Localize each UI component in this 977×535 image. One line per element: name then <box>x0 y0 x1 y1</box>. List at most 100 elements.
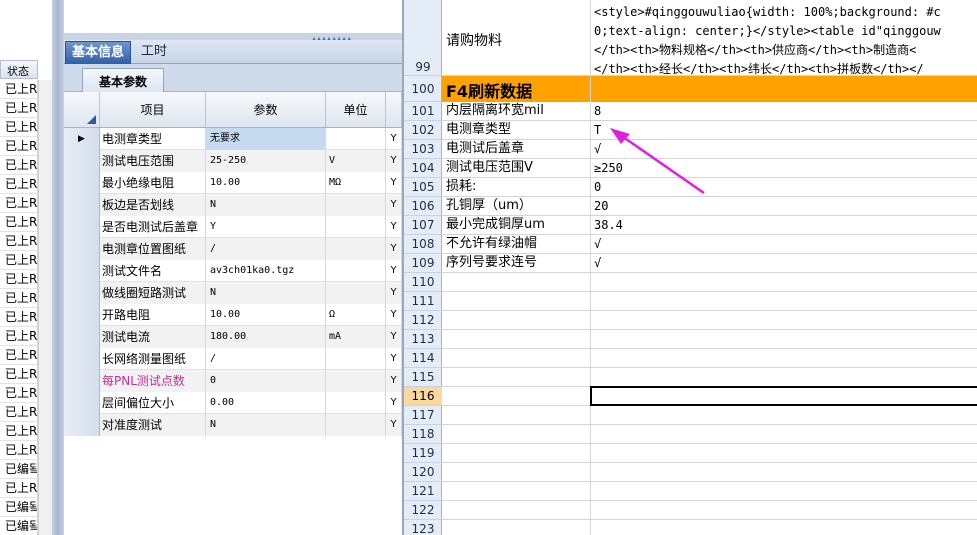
param-flag[interactable]: Y <box>386 326 402 348</box>
param-value[interactable]: 无要求 <box>206 128 326 150</box>
row-number[interactable]: 112 <box>404 311 442 330</box>
row-number[interactable]: 121 <box>404 482 442 501</box>
row-number[interactable]: 108 <box>404 235 442 254</box>
grid-row[interactable]: 层间偏位大小 0.00 Y <box>64 392 402 414</box>
status-cell[interactable]: 已上R <box>0 479 38 498</box>
row-number[interactable]: 119 <box>404 444 442 463</box>
cell-value[interactable]: 0 <box>594 178 601 196</box>
status-cell[interactable]: 已上R <box>0 118 38 137</box>
param-unit[interactable] <box>326 414 386 436</box>
status-cell[interactable]: 已编돸 <box>0 460 38 479</box>
row-number[interactable]: 110 <box>404 273 442 292</box>
status-cell[interactable]: 已上R <box>0 137 38 156</box>
grid-row[interactable]: 测试文件名 av3ch01ka0.tgz Y <box>64 260 402 282</box>
status-cell[interactable]: 已上R <box>0 80 38 99</box>
param-flag[interactable]: Y <box>386 238 402 260</box>
status-cell[interactable]: 已上R <box>0 232 38 251</box>
cell-value[interactable]: √ <box>594 254 601 272</box>
column-header-unit[interactable]: 单位 <box>326 92 386 127</box>
cell-label[interactable]: 内层隔离环宽mil <box>446 102 544 120</box>
param-value[interactable]: 0.00 <box>206 392 326 414</box>
row-number[interactable]: 102 <box>404 121 442 140</box>
param-flag[interactable]: Y <box>386 282 402 304</box>
cell-value[interactable]: √ <box>594 140 601 158</box>
param-value[interactable]: Y <box>206 216 326 238</box>
param-unit[interactable] <box>326 282 386 304</box>
param-flag[interactable]: Y <box>386 348 402 370</box>
cell-value[interactable]: ≥250 <box>594 159 623 177</box>
grid-row[interactable]: 是否电测试后盖章 Y Y <box>64 216 402 238</box>
param-unit[interactable] <box>326 260 386 282</box>
grid-row[interactable]: 开路电阻 10.00 Ω Y <box>64 304 402 326</box>
param-value[interactable]: 10.00 <box>206 172 326 194</box>
row-number[interactable]: 117 <box>404 406 442 425</box>
cell-value[interactable]: 38.4 <box>594 216 623 234</box>
status-cell[interactable]: 已上R <box>0 99 38 118</box>
grid-row[interactable]: 每PNL测试点数 0 Y <box>64 370 402 392</box>
param-flag[interactable]: Y <box>386 414 402 436</box>
param-value[interactable]: / <box>206 238 326 260</box>
status-cell[interactable]: 已上R <box>0 403 38 422</box>
row-number[interactable]: 109 <box>404 254 442 273</box>
param-unit[interactable]: V <box>326 150 386 172</box>
param-unit[interactable]: Ω <box>326 304 386 326</box>
param-flag[interactable]: Y <box>386 194 402 216</box>
row-number[interactable]: 111 <box>404 292 442 311</box>
cell-label[interactable]: 不允许有绿油帽 <box>446 235 537 253</box>
param-unit[interactable] <box>326 194 386 216</box>
status-cell[interactable]: 已上R <box>0 308 38 327</box>
param-value[interactable]: N <box>206 414 326 436</box>
row-number[interactable]: 118 <box>404 425 442 444</box>
cell-value[interactable]: T <box>594 121 601 139</box>
cell-a100[interactable]: F4刷新数据 <box>446 78 532 102</box>
param-flag[interactable]: Y <box>386 260 402 282</box>
param-unit[interactable] <box>326 392 386 414</box>
row-indicator[interactable] <box>64 238 100 260</box>
param-unit[interactable]: mA <box>326 326 386 348</box>
row-indicator[interactable] <box>64 414 100 436</box>
row-number[interactable]: 114 <box>404 349 442 368</box>
row-number[interactable]: 105 <box>404 178 442 197</box>
cell-label[interactable]: 损耗: <box>446 178 476 196</box>
vertical-scrollbar[interactable] <box>38 80 52 535</box>
row-number[interactable]: 99 <box>404 0 442 76</box>
column-header-value[interactable]: 参数 <box>206 92 326 127</box>
row-number[interactable]: 116 <box>404 387 442 406</box>
param-unit[interactable]: MΩ <box>326 172 386 194</box>
status-cell[interactable]: 已上R <box>0 365 38 384</box>
row-number[interactable]: 120 <box>404 463 442 482</box>
row-indicator[interactable] <box>64 282 100 304</box>
status-cell[interactable]: 已编돸 <box>0 498 38 517</box>
status-cell[interactable]: 已上R <box>0 270 38 289</box>
panel-splitter[interactable] <box>52 0 64 535</box>
status-cell[interactable]: 已上R <box>0 289 38 308</box>
column-header-flag[interactable] <box>386 92 402 127</box>
grid-corner[interactable] <box>64 92 100 127</box>
row-indicator[interactable] <box>64 172 100 194</box>
cell-a99[interactable]: 请购物料 <box>446 30 502 50</box>
status-cell[interactable]: 已上R <box>0 441 38 460</box>
row-indicator[interactable]: ▶ <box>64 128 100 150</box>
param-unit[interactable] <box>326 238 386 260</box>
row-number[interactable]: 104 <box>404 159 442 178</box>
param-unit[interactable] <box>326 216 386 238</box>
row-number[interactable]: 115 <box>404 368 442 387</box>
grid-row[interactable]: 对准度测试 N Y <box>64 414 402 436</box>
param-flag[interactable]: Y <box>386 304 402 326</box>
column-header-name[interactable]: 项目 <box>100 92 206 127</box>
grid-row[interactable]: 测试电压范围 25-250 V Y <box>64 150 402 172</box>
status-column-header[interactable]: 状态 <box>0 60 38 79</box>
param-value[interactable]: 0 <box>206 370 326 392</box>
status-cell[interactable]: 已上R <box>0 346 38 365</box>
row-number[interactable]: 101 <box>404 102 442 121</box>
param-unit[interactable] <box>326 370 386 392</box>
param-value[interactable]: N <box>206 194 326 216</box>
row-number[interactable]: 103 <box>404 140 442 159</box>
status-cell[interactable]: 已上R <box>0 422 38 441</box>
tab-basic-params[interactable]: 基本参数 <box>82 68 164 92</box>
row-number[interactable]: 100 <box>404 76 442 102</box>
row-indicator[interactable] <box>64 348 100 370</box>
status-cell[interactable]: 已上R <box>0 327 38 346</box>
status-cell[interactable]: 已上R <box>0 156 38 175</box>
row-indicator[interactable] <box>64 392 100 414</box>
